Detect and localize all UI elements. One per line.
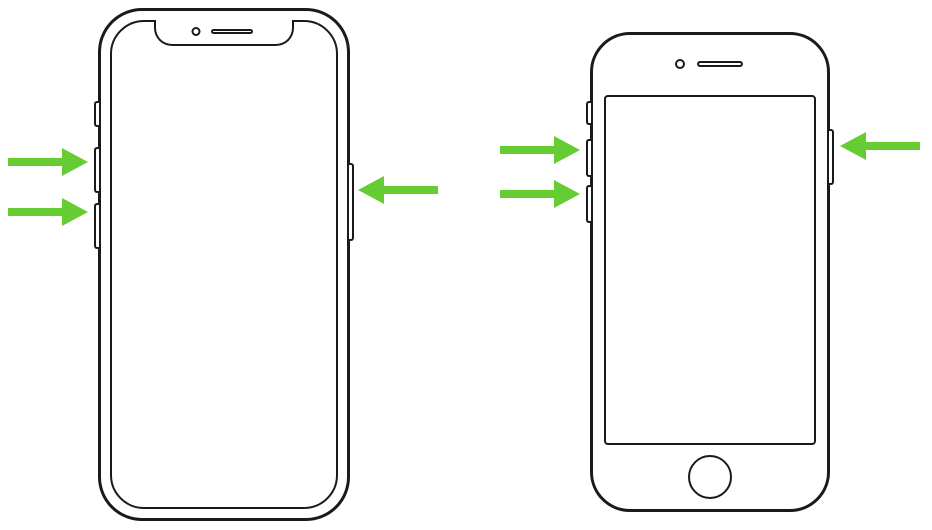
mute-switch (586, 101, 591, 125)
arrow-volume-up-icon (500, 136, 580, 164)
earpiece-speaker-icon (697, 61, 743, 67)
arrow-volume-down-icon (500, 180, 580, 208)
home-button (688, 455, 732, 499)
volume-down-button (586, 185, 591, 223)
arrow-side-button-icon (358, 176, 438, 204)
side-button (349, 163, 354, 241)
phone-home-button (590, 32, 830, 512)
earpiece-speaker-icon (211, 29, 253, 34)
mute-switch (94, 101, 99, 127)
volume-up-button (586, 139, 591, 177)
volume-up-button (94, 147, 99, 193)
phone-face-id (98, 8, 350, 521)
notch (154, 20, 294, 46)
screen (604, 95, 816, 445)
side-button (829, 129, 834, 185)
arrow-volume-down-icon (8, 198, 88, 226)
arrow-side-button-icon (840, 132, 920, 160)
volume-down-button (94, 203, 99, 249)
front-camera-icon (192, 27, 201, 36)
screen (110, 20, 338, 509)
front-camera-icon (675, 59, 685, 69)
arrow-volume-up-icon (8, 148, 88, 176)
